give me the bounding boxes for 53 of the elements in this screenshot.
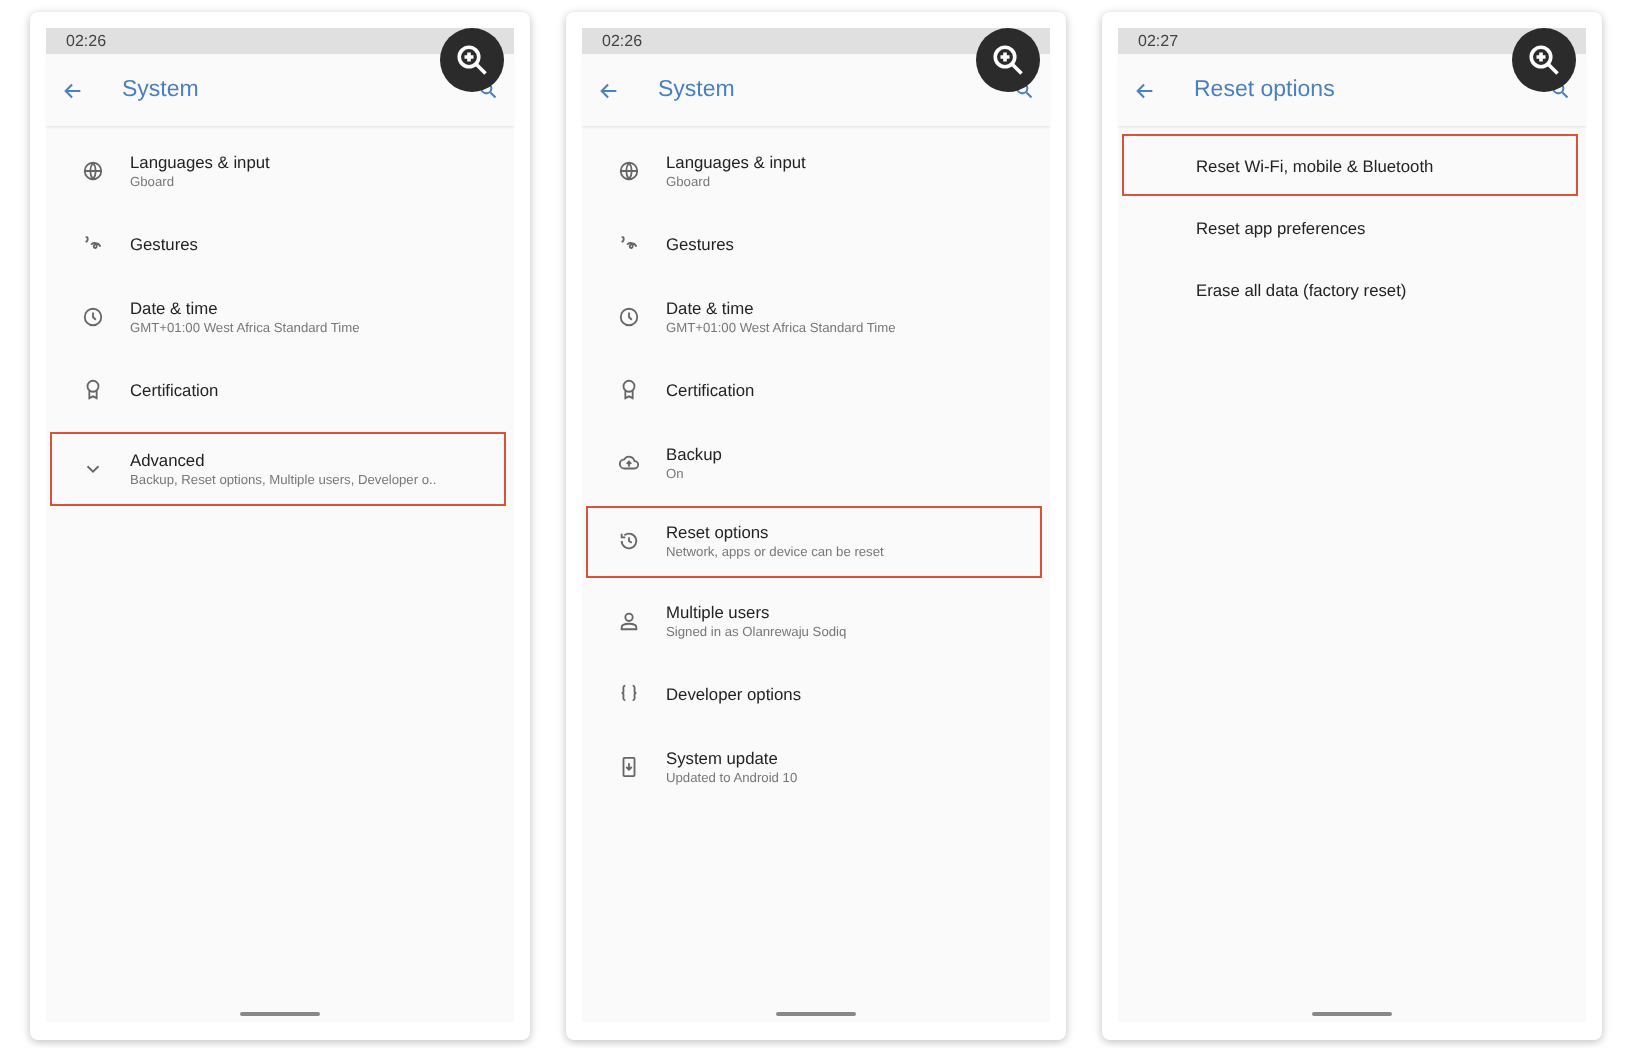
- item-title: Gestures: [666, 233, 734, 254]
- screen-title: Reset options: [1194, 78, 1337, 102]
- clock-icon: [82, 305, 104, 328]
- item-title: Multiple users: [666, 601, 772, 622]
- history-icon: [618, 530, 640, 553]
- phone-update-icon: [618, 755, 640, 778]
- item-title: Advanced: [130, 449, 207, 470]
- screen-title: System: [122, 78, 201, 102]
- zoom-in-icon: [1526, 42, 1562, 78]
- status-time: 02:26: [602, 32, 643, 50]
- settings-item[interactable]: Certification: [586, 353, 1042, 426]
- item-title: Reset options: [666, 522, 771, 543]
- globe-icon: [82, 159, 104, 182]
- settings-item[interactable]: Reset Wi-Fi, mobile & Bluetooth: [1122, 134, 1578, 196]
- settings-item[interactable]: Gestures: [586, 207, 1042, 280]
- item-title: Developer options: [666, 683, 802, 704]
- settings-item[interactable]: Developer options: [586, 657, 1042, 730]
- navigation-handle: [1312, 1012, 1392, 1016]
- item-title: Languages & input: [130, 151, 270, 172]
- settings-item[interactable]: Reset app preferences: [1122, 196, 1578, 258]
- item-title: Certification: [130, 379, 219, 400]
- zoom-in-icon: [454, 42, 490, 78]
- braces-icon: [618, 682, 640, 705]
- back-arrow-icon[interactable]: [1134, 79, 1156, 101]
- item-title: Certification: [666, 379, 755, 400]
- item-title: Erase all data (factory reset): [1196, 279, 1407, 299]
- clock-icon: [618, 305, 640, 328]
- item-title: Reset Wi-Fi, mobile & Bluetooth: [1196, 155, 1434, 175]
- zoom-in-icon: [990, 42, 1026, 78]
- back-arrow-icon[interactable]: [598, 79, 620, 101]
- settings-item[interactable]: Erase all data (factory reset): [1122, 258, 1578, 320]
- navigation-handle: [776, 1012, 856, 1016]
- item-title: Date & time: [130, 297, 220, 318]
- globe-icon: [618, 159, 640, 182]
- person-icon: [618, 609, 640, 632]
- status-time: 02:26: [66, 32, 107, 50]
- item-title: Languages & input: [666, 151, 806, 172]
- item-title: System update: [666, 747, 780, 768]
- gesture-icon: [618, 232, 640, 255]
- item-title: Date & time: [666, 297, 756, 318]
- cloud-upload-icon: [618, 451, 640, 474]
- screen-title: System: [658, 78, 737, 102]
- gesture-icon: [82, 232, 104, 255]
- status-time: 02:27: [1138, 32, 1179, 50]
- item-title: Gestures: [130, 233, 198, 254]
- navigation-handle: [240, 1012, 320, 1016]
- settings-item[interactable]: Certification: [50, 353, 506, 426]
- badge-icon: [618, 378, 640, 401]
- item-title: Reset app preferences: [1196, 217, 1366, 237]
- back-arrow-icon[interactable]: [62, 79, 84, 101]
- item-title: Backup: [666, 443, 722, 464]
- badge-icon: [82, 378, 104, 401]
- settings-item[interactable]: Gestures: [50, 207, 506, 280]
